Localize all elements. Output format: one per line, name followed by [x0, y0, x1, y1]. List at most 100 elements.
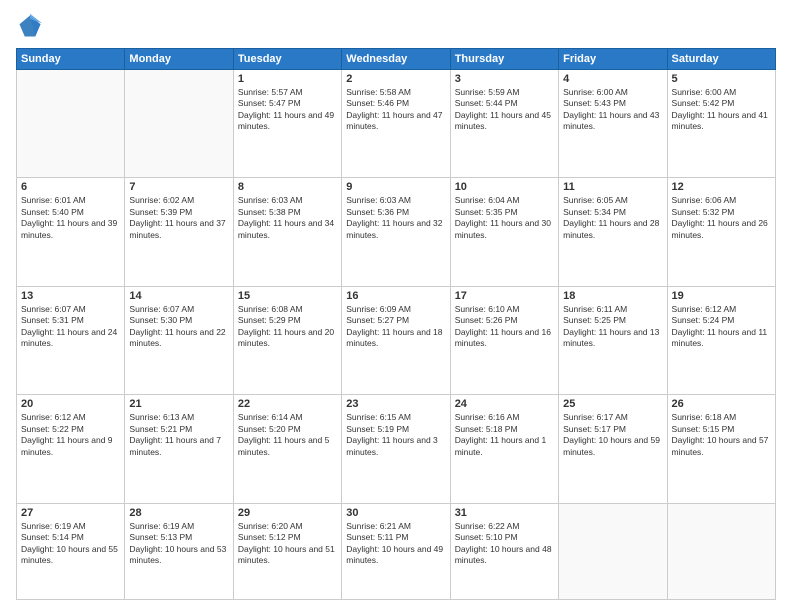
page: SundayMondayTuesdayWednesdayThursdayFrid… [0, 0, 792, 612]
day-detail: Sunrise: 5:58 AM Sunset: 5:46 PM Dayligh… [346, 87, 445, 133]
calendar-cell: 13 Sunrise: 6:07 AM Sunset: 5:31 PM Dayli… [17, 286, 125, 394]
day-detail: Sunrise: 6:00 AM Sunset: 5:43 PM Dayligh… [563, 87, 662, 133]
day-number: 8 [238, 181, 337, 193]
day-detail: Sunrise: 6:17 AM Sunset: 5:17 PM Dayligh… [563, 412, 662, 458]
day-number: 17 [455, 290, 554, 302]
calendar-cell: 2 Sunrise: 5:58 AM Sunset: 5:46 PM Daylig… [342, 70, 450, 178]
day-number: 13 [21, 290, 120, 302]
day-detail: Sunrise: 6:09 AM Sunset: 5:27 PM Dayligh… [346, 304, 445, 350]
day-detail: Sunrise: 6:16 AM Sunset: 5:18 PM Dayligh… [455, 412, 554, 458]
calendar-cell [559, 503, 667, 599]
day-detail: Sunrise: 6:12 AM Sunset: 5:24 PM Dayligh… [672, 304, 771, 350]
day-detail: Sunrise: 6:13 AM Sunset: 5:21 PM Dayligh… [129, 412, 228, 458]
calendar-cell: 9Sunrise: 6:03 AM Sunset: 5:36 PM Daylig… [342, 178, 450, 286]
calendar-cell: 25 Sunrise: 6:17 AM Sunset: 5:17 PM Dayli… [559, 395, 667, 503]
calendar-cell: 19 Sunrise: 6:12 AM Sunset: 5:24 PM Dayli… [667, 286, 775, 394]
day-number: 15 [238, 290, 337, 302]
day-number: 22 [238, 398, 337, 410]
calendar-cell: 24 Sunrise: 6:16 AM Sunset: 5:18 PM Dayli… [450, 395, 558, 503]
calendar-cell: 30 Sunrise: 6:21 AM Sunset: 5:11 PM Dayli… [342, 503, 450, 599]
day-number: 14 [129, 290, 228, 302]
day-number: 24 [455, 398, 554, 410]
day-number: 9 [346, 181, 445, 193]
calendar-cell: 8 Sunrise: 6:03 AM Sunset: 5:38 PM Daylig… [233, 178, 341, 286]
calendar-cell: 31 Sunrise: 6:22 AM Sunset: 5:10 PM Dayli… [450, 503, 558, 599]
day-detail: Sunrise: 6:12 AM Sunset: 5:22 PM Dayligh… [21, 412, 120, 458]
day-detail: Sunrise: 6:03 AM Sunset: 5:38 PM Dayligh… [238, 195, 337, 241]
day-number: 12 [672, 181, 771, 193]
day-detail: Sunrise: 5:59 AM Sunset: 5:44 PM Dayligh… [455, 87, 554, 133]
calendar-cell: 29 Sunrise: 6:20 AM Sunset: 5:12 PM Dayli… [233, 503, 341, 599]
day-number: 10 [455, 181, 554, 193]
calendar-cell [17, 70, 125, 178]
day-detail: Sunrise: 5:57 AM Sunset: 5:47 PM Dayligh… [238, 87, 337, 133]
calendar-cell: 1 Sunrise: 5:57 AM Sunset: 5:47 PM Daylig… [233, 70, 341, 178]
day-number: 3 [455, 73, 554, 85]
calendar-cell: 5 Sunrise: 6:00 AM Sunset: 5:42 PM Daylig… [667, 70, 775, 178]
calendar-cell: 21 Sunrise: 6:13 AM Sunset: 5:21 PM Dayli… [125, 395, 233, 503]
day-number: 1 [238, 73, 337, 85]
week-row-4: 20 Sunrise: 6:12 AM Sunset: 5:22 PM Dayli… [17, 395, 776, 503]
calendar-cell: 12 Sunrise: 6:06 AM Sunset: 5:32 PM Dayli… [667, 178, 775, 286]
day-detail: Sunrise: 6:06 AM Sunset: 5:32 PM Dayligh… [672, 195, 771, 241]
weekday-header-row: SundayMondayTuesdayWednesdayThursdayFrid… [17, 49, 776, 70]
day-detail: Sunrise: 6:07 AM Sunset: 5:30 PM Dayligh… [129, 304, 228, 350]
day-number: 29 [238, 507, 337, 519]
day-detail: Sunrise: 6:02 AM Sunset: 5:39 PM Dayligh… [129, 195, 228, 241]
calendar-cell: 18 Sunrise: 6:11 AM Sunset: 5:25 PM Dayli… [559, 286, 667, 394]
calendar-cell: 22Sunrise: 6:14 AM Sunset: 5:20 PM Dayli… [233, 395, 341, 503]
day-number: 7 [129, 181, 228, 193]
weekday-header-friday: Friday [559, 49, 667, 70]
day-detail: Sunrise: 6:01 AM Sunset: 5:40 PM Dayligh… [21, 195, 120, 241]
day-detail: Sunrise: 6:04 AM Sunset: 5:35 PM Dayligh… [455, 195, 554, 241]
week-row-1: 1 Sunrise: 5:57 AM Sunset: 5:47 PM Daylig… [17, 70, 776, 178]
calendar-cell: 15 Sunrise: 6:08 AM Sunset: 5:29 PM Dayli… [233, 286, 341, 394]
logo-icon [16, 12, 44, 40]
day-detail: Sunrise: 6:19 AM Sunset: 5:13 PM Dayligh… [129, 521, 228, 567]
calendar-cell: 28 Sunrise: 6:19 AM Sunset: 5:13 PM Dayli… [125, 503, 233, 599]
day-number: 2 [346, 73, 445, 85]
calendar-cell: 27Sunrise: 6:19 AM Sunset: 5:14 PM Dayli… [17, 503, 125, 599]
calendar-cell: 16Sunrise: 6:09 AM Sunset: 5:27 PM Dayli… [342, 286, 450, 394]
calendar-cell: 4 Sunrise: 6:00 AM Sunset: 5:43 PM Daylig… [559, 70, 667, 178]
day-number: 11 [563, 181, 662, 193]
calendar-cell [667, 503, 775, 599]
calendar-cell: 7 Sunrise: 6:02 AM Sunset: 5:39 PM Daylig… [125, 178, 233, 286]
day-detail: Sunrise: 6:00 AM Sunset: 5:42 PM Dayligh… [672, 87, 771, 133]
calendar-cell [125, 70, 233, 178]
week-row-2: 6 Sunrise: 6:01 AM Sunset: 5:40 PM Daylig… [17, 178, 776, 286]
weekday-header-thursday: Thursday [450, 49, 558, 70]
day-detail: Sunrise: 6:05 AM Sunset: 5:34 PM Dayligh… [563, 195, 662, 241]
day-detail: Sunrise: 6:15 AM Sunset: 5:19 PM Dayligh… [346, 412, 445, 458]
day-number: 18 [563, 290, 662, 302]
day-detail: Sunrise: 6:08 AM Sunset: 5:29 PM Dayligh… [238, 304, 337, 350]
calendar-cell: 14 Sunrise: 6:07 AM Sunset: 5:30 PM Dayli… [125, 286, 233, 394]
day-number: 6 [21, 181, 120, 193]
day-number: 30 [346, 507, 445, 519]
day-number: 4 [563, 73, 662, 85]
day-detail: Sunrise: 6:19 AM Sunset: 5:14 PM Dayligh… [21, 521, 120, 567]
day-detail: Sunrise: 6:20 AM Sunset: 5:12 PM Dayligh… [238, 521, 337, 567]
weekday-header-tuesday: Tuesday [233, 49, 341, 70]
day-number: 20 [21, 398, 120, 410]
day-detail: Sunrise: 6:07 AM Sunset: 5:31 PM Dayligh… [21, 304, 120, 350]
day-number: 5 [672, 73, 771, 85]
day-detail: Sunrise: 6:22 AM Sunset: 5:10 PM Dayligh… [455, 521, 554, 567]
day-number: 19 [672, 290, 771, 302]
weekday-header-monday: Monday [125, 49, 233, 70]
day-number: 31 [455, 507, 554, 519]
week-row-3: 13 Sunrise: 6:07 AM Sunset: 5:31 PM Dayli… [17, 286, 776, 394]
header [16, 12, 776, 40]
calendar-cell: 20 Sunrise: 6:12 AM Sunset: 5:22 PM Dayli… [17, 395, 125, 503]
day-detail: Sunrise: 6:21 AM Sunset: 5:11 PM Dayligh… [346, 521, 445, 567]
calendar-cell: 26Sunrise: 6:18 AM Sunset: 5:15 PM Dayli… [667, 395, 775, 503]
day-number: 21 [129, 398, 228, 410]
calendar-cell: 23Sunrise: 6:15 AM Sunset: 5:19 PM Dayli… [342, 395, 450, 503]
weekday-header-wednesday: Wednesday [342, 49, 450, 70]
weekday-header-sunday: Sunday [17, 49, 125, 70]
calendar-cell: 6 Sunrise: 6:01 AM Sunset: 5:40 PM Daylig… [17, 178, 125, 286]
day-number: 25 [563, 398, 662, 410]
day-detail: Sunrise: 6:11 AM Sunset: 5:25 PM Dayligh… [563, 304, 662, 350]
day-number: 28 [129, 507, 228, 519]
calendar-cell: 3 Sunrise: 5:59 AM Sunset: 5:44 PM Daylig… [450, 70, 558, 178]
